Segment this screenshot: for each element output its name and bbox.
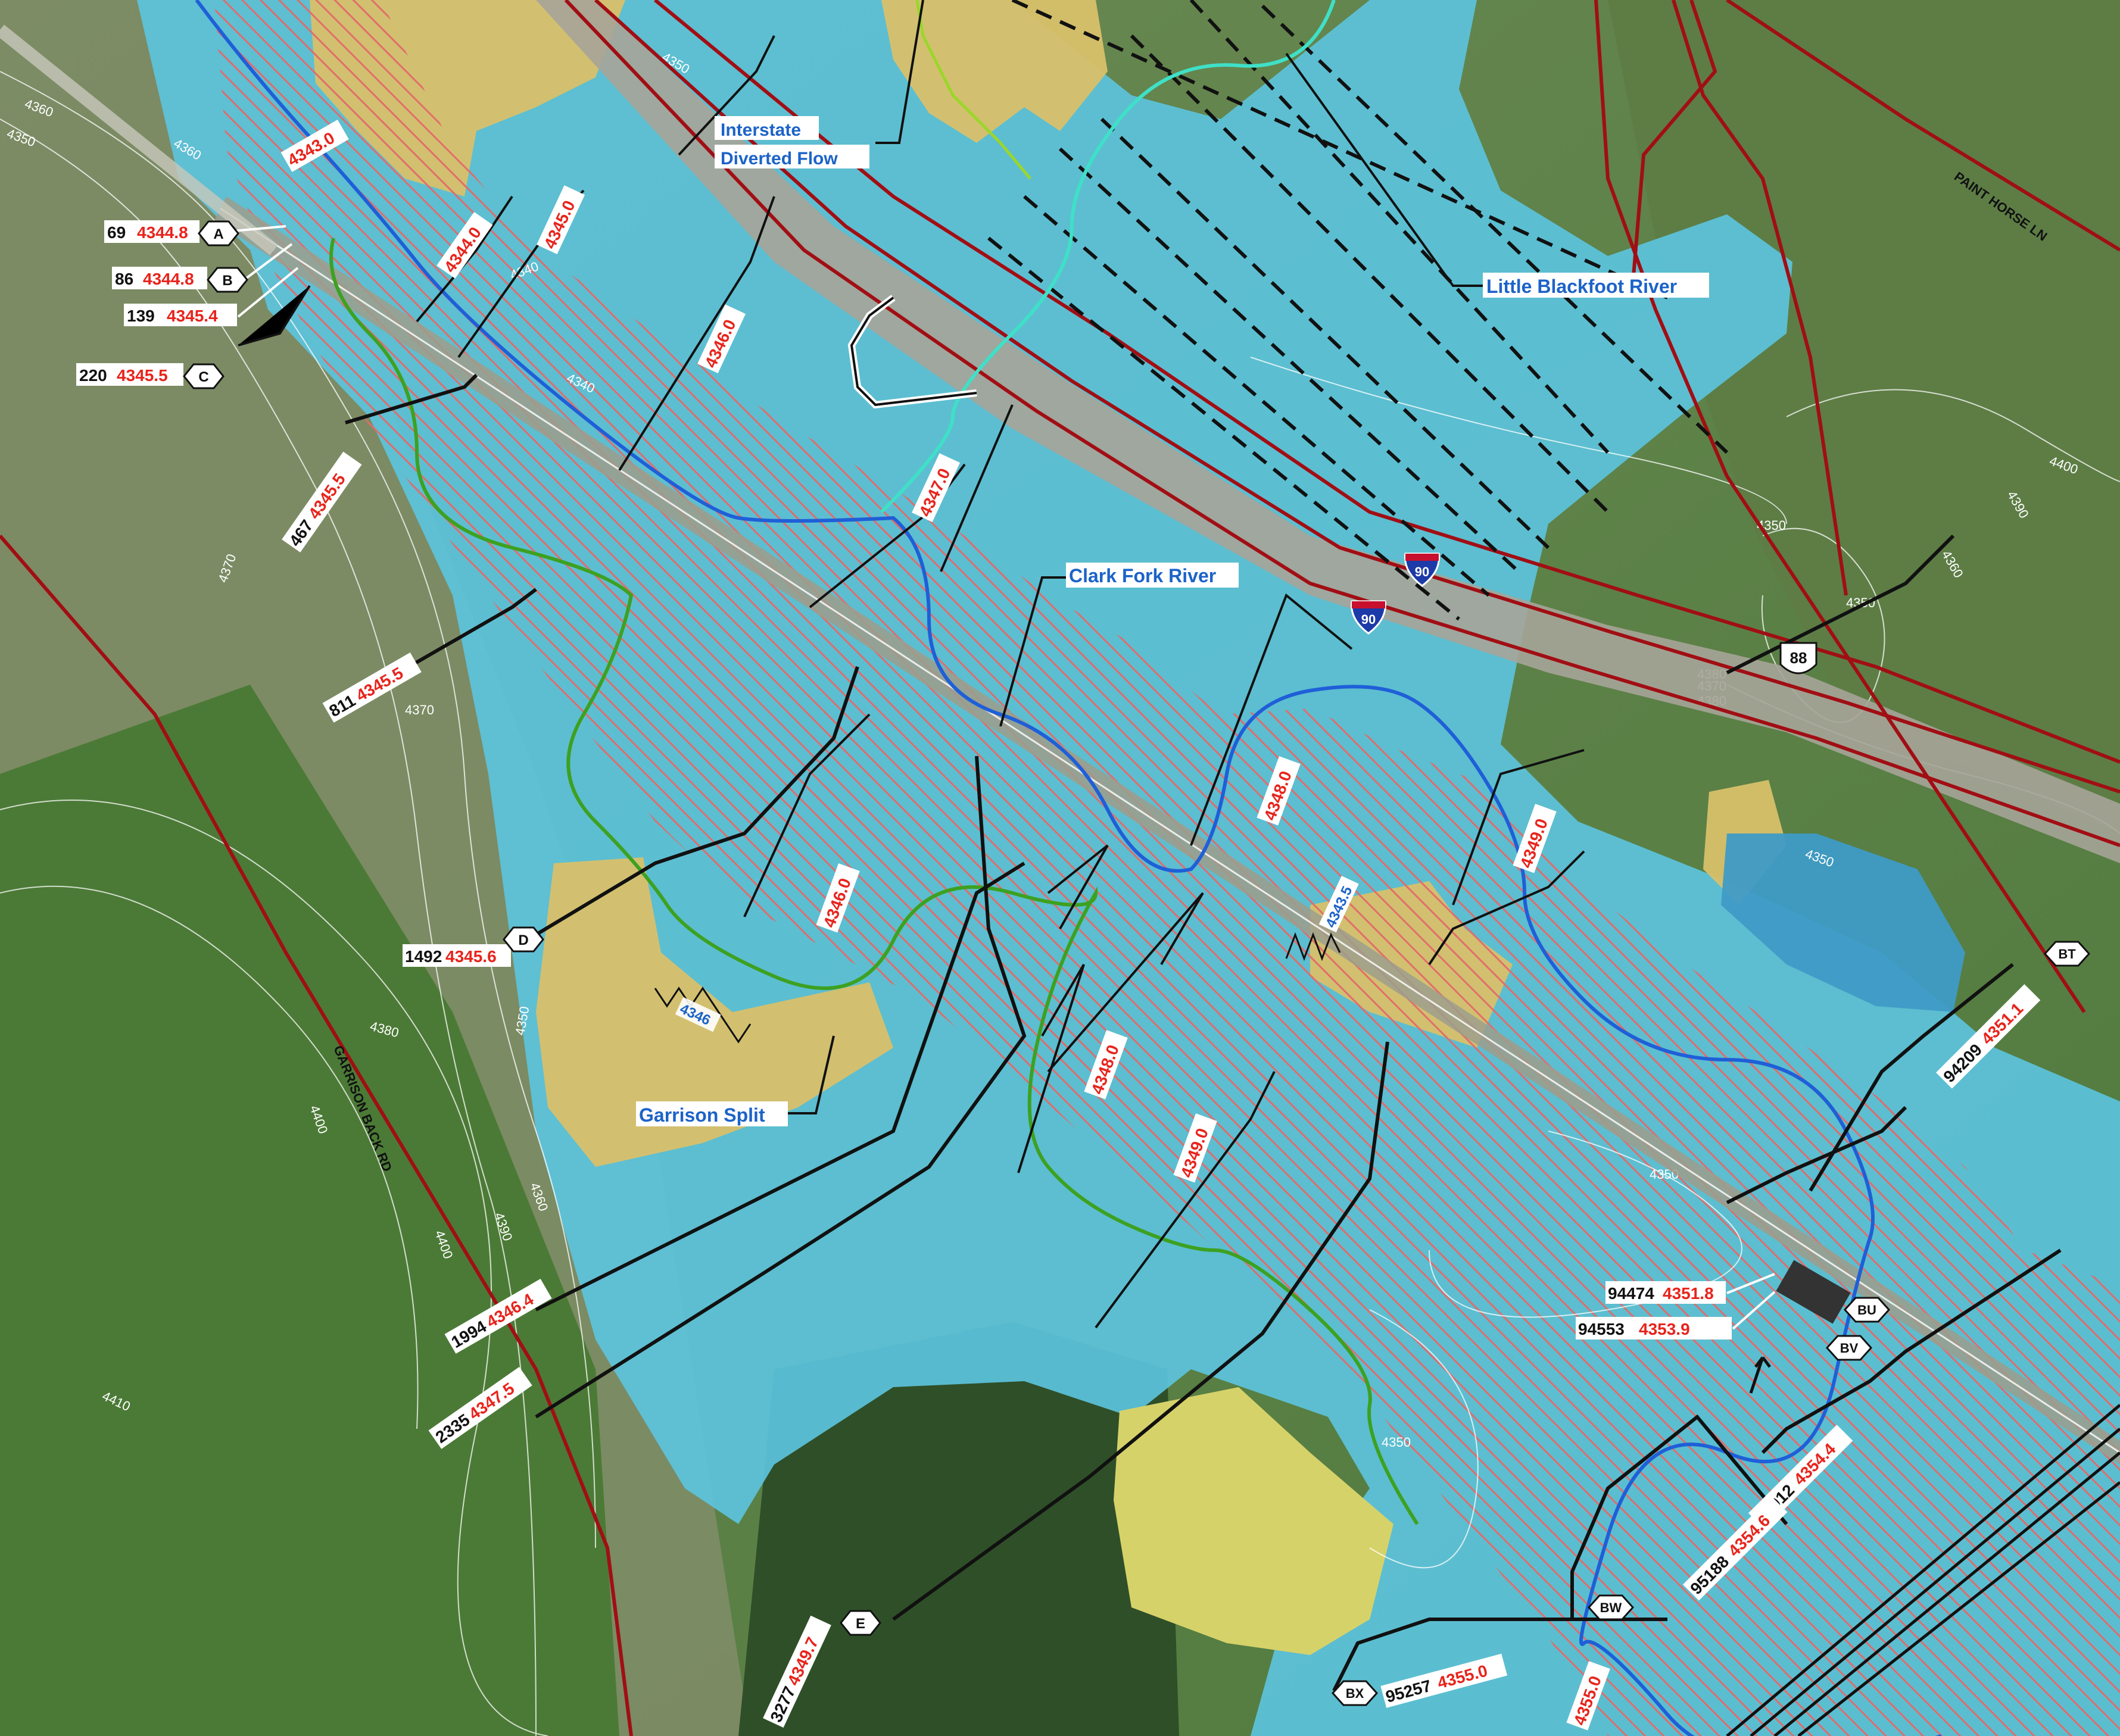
station-wse: 4353.9 bbox=[1639, 1320, 1690, 1338]
station-id: BX bbox=[1346, 1686, 1364, 1701]
station-number: 69 bbox=[107, 223, 126, 242]
us88-number: 88 bbox=[1790, 649, 1807, 667]
station-wse: 4345.4 bbox=[167, 307, 218, 325]
garrison-split-label: Garrison Split bbox=[639, 1104, 765, 1126]
station-id: BV bbox=[1840, 1341, 1859, 1356]
station-number: 220 bbox=[79, 366, 107, 385]
station-id: BW bbox=[1600, 1600, 1622, 1615]
contour-label: 4350 bbox=[1382, 1435, 1411, 1450]
station-number: 94553 bbox=[1578, 1320, 1625, 1338]
station-number: 86 bbox=[115, 270, 133, 288]
station-number: 94474 bbox=[1608, 1284, 1654, 1303]
station-number: 1492 bbox=[405, 947, 442, 966]
i90-number: 90 bbox=[1415, 564, 1429, 579]
station-id: C bbox=[198, 369, 208, 385]
station-id: B bbox=[222, 273, 232, 289]
clark-fork-label: Clark Fork River bbox=[1069, 565, 1216, 586]
i90-number: 90 bbox=[1361, 612, 1376, 627]
station-wse: 4351.8 bbox=[1663, 1284, 1714, 1303]
station-wse: 4344.8 bbox=[143, 270, 194, 288]
station-wse: 4345.5 bbox=[117, 366, 168, 385]
station-wse: 4344.8 bbox=[137, 223, 188, 242]
interstate-flow-label-line2: Diverted Flow bbox=[721, 149, 838, 168]
interstate-flow-label-line1: Interstate bbox=[721, 120, 801, 140]
station-number: 139 bbox=[127, 307, 155, 325]
flood-map: 4360 4350 4360 4350 4340 4340 4370 4370 … bbox=[0, 0, 2120, 1736]
contour-label: 4370 bbox=[405, 702, 434, 717]
us88-shield: 88 bbox=[1779, 642, 1817, 675]
station-id: A bbox=[213, 226, 223, 242]
station-id: BT bbox=[2058, 947, 2076, 961]
station-id: BU bbox=[1857, 1303, 1876, 1317]
station-id: D bbox=[518, 932, 528, 948]
station-wse: 4345.6 bbox=[445, 947, 497, 966]
station-id: E bbox=[856, 1616, 865, 1632]
little-blackfoot-label: Little Blackfoot River bbox=[1486, 276, 1677, 297]
